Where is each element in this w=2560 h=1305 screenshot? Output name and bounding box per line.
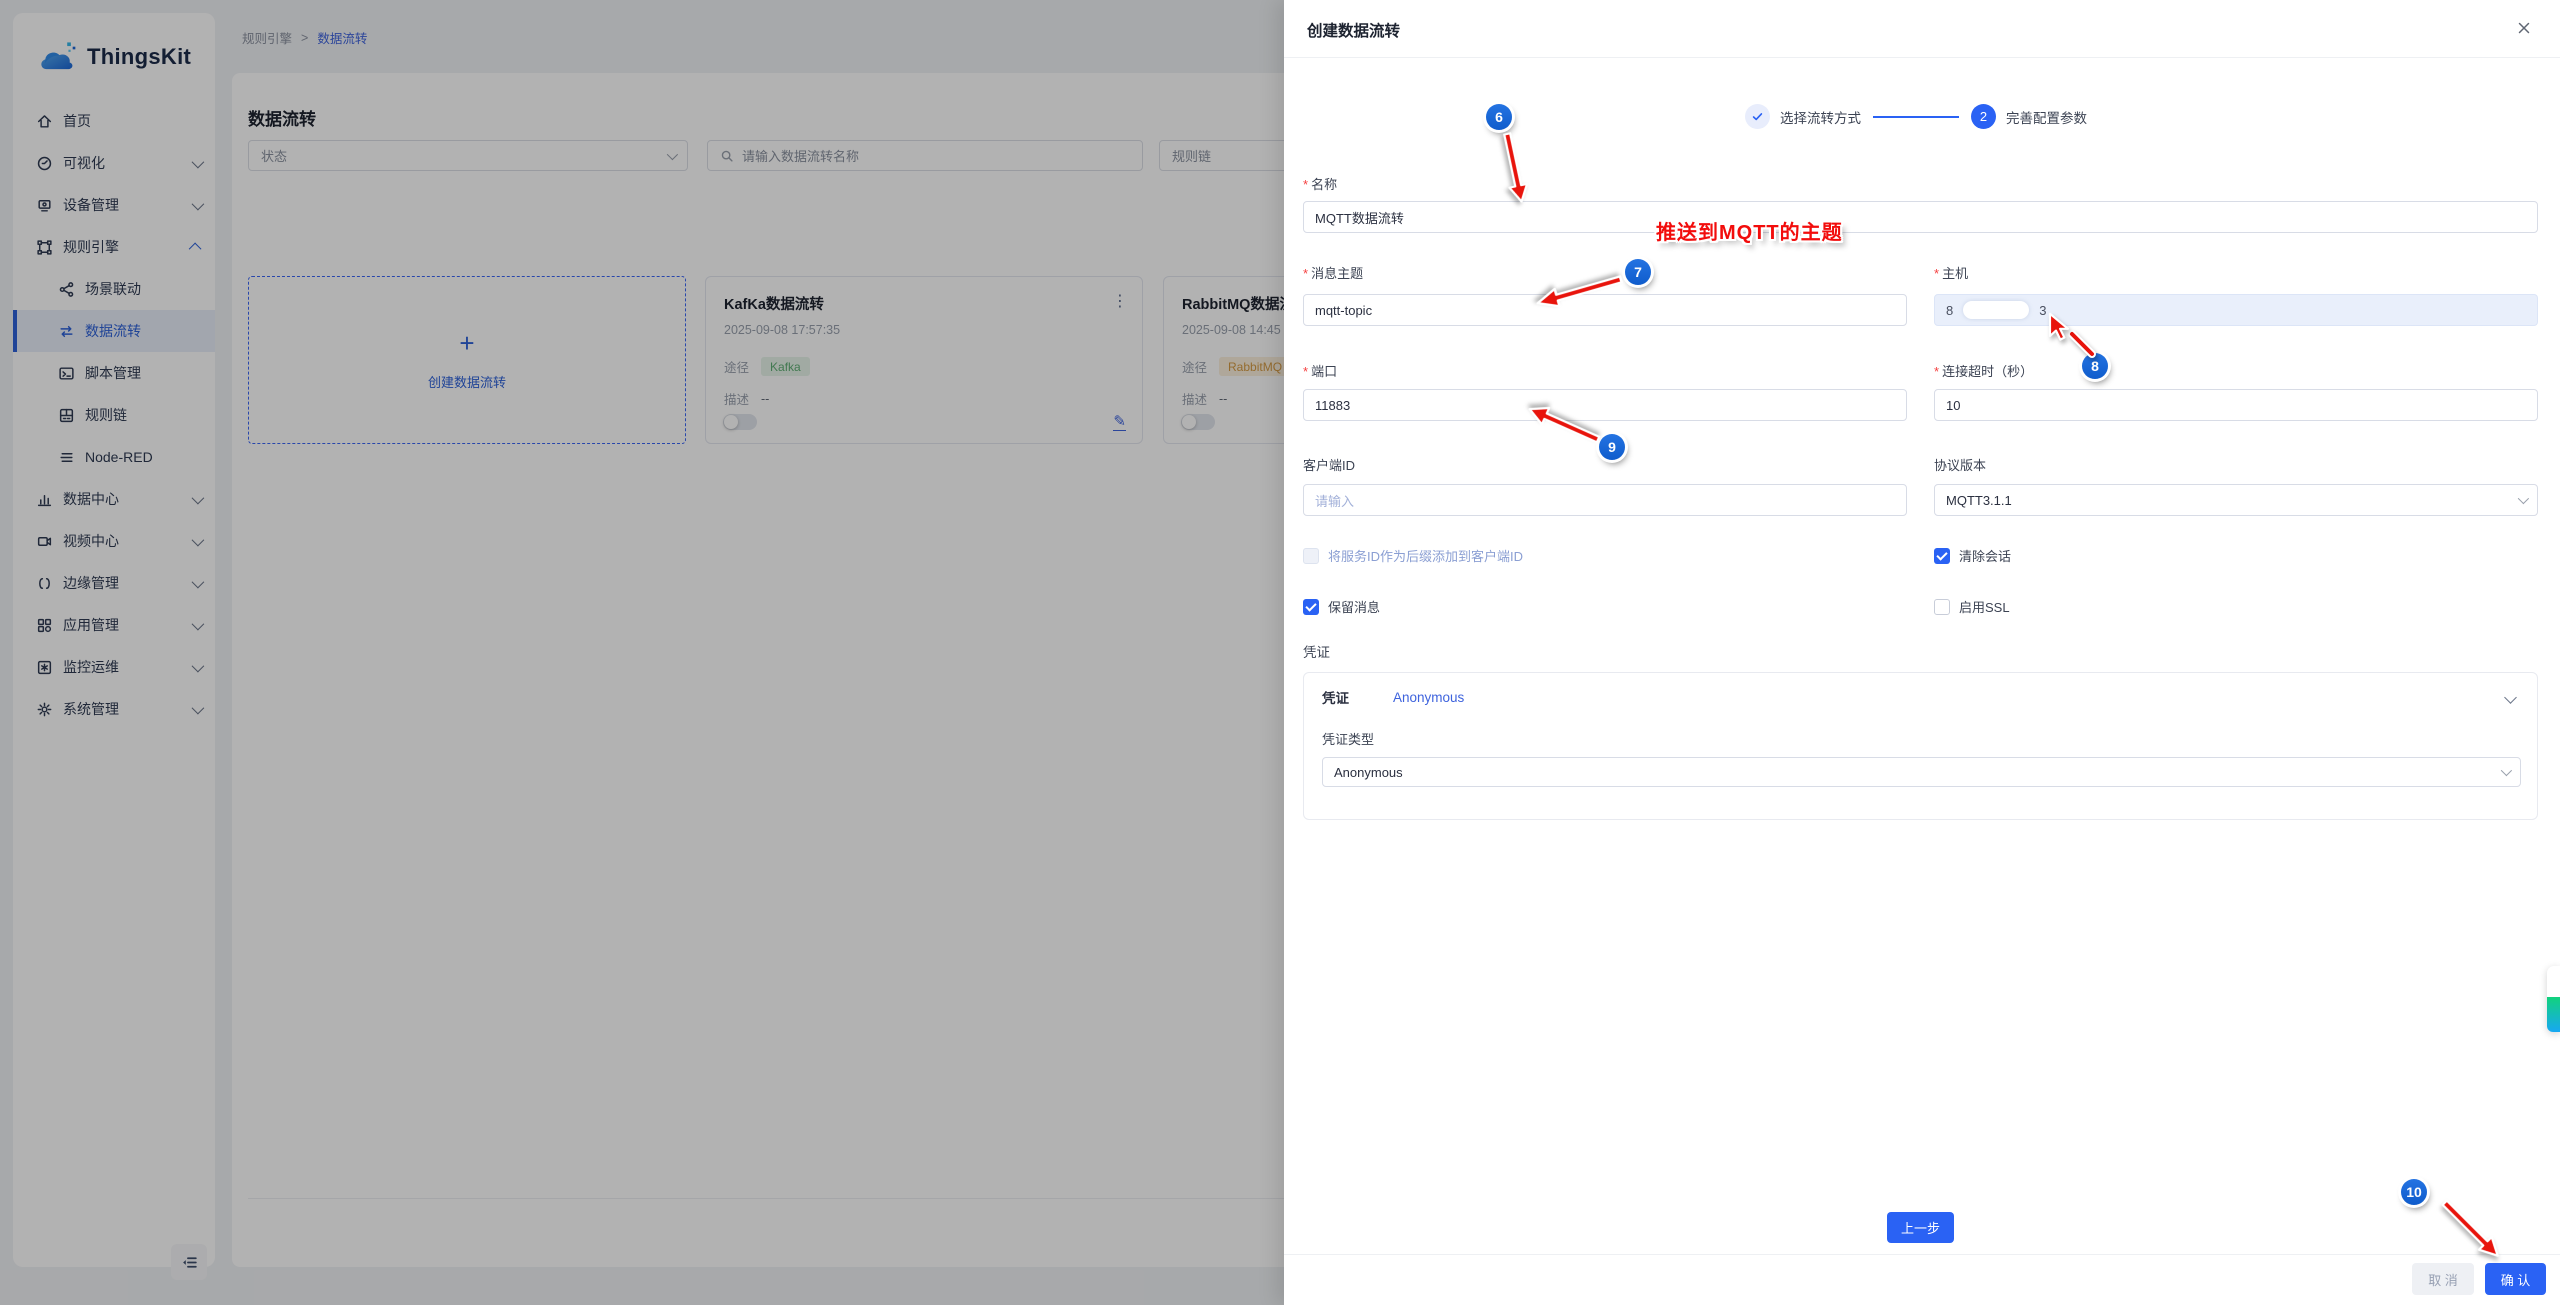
annotation-badge-6: 6: [1486, 104, 1512, 130]
annotation-arrow-6: [1496, 131, 1532, 206]
checkbox-label: 启用SSL: [1959, 597, 2010, 616]
protocol-value: MQTT3.1.1: [1946, 493, 2012, 508]
checkbox-checked-icon: [1303, 599, 1319, 615]
host-input[interactable]: 8 3: [1934, 294, 2538, 326]
drawer-header: 创建数据流转: [1284, 0, 2560, 58]
create-data-flow-drawer: 创建数据流转 选择流转方式 2 完善配置参数 名称 MQTT数据流转 消息主题 …: [1284, 0, 2560, 1305]
drawer-footer: [1284, 1254, 2560, 1305]
previous-step-button[interactable]: 上一步: [1887, 1212, 1954, 1243]
close-icon[interactable]: [2516, 20, 2532, 36]
checkbox-unchecked-icon: [1934, 599, 1950, 615]
annotation-badge-9: 9: [1599, 434, 1625, 460]
checkbox-label: 清除会话: [1959, 546, 2011, 565]
retain-message-checkbox[interactable]: 保留消息: [1303, 597, 1380, 616]
checkbox-label: 保留消息: [1328, 597, 1380, 616]
annotation-badge-7: 7: [1625, 259, 1651, 285]
port-label: 端口: [1303, 361, 1337, 380]
port-input[interactable]: 11883: [1303, 389, 1907, 421]
chevron-down-icon: [2518, 493, 2529, 504]
service-id-suffix-checkbox[interactable]: 将服务ID作为后缀添加到客户端ID: [1303, 546, 1523, 565]
drawer-title: 创建数据流转: [1307, 19, 1400, 41]
name-input[interactable]: MQTT数据流转: [1303, 201, 2538, 233]
protocol-label: 协议版本: [1934, 455, 1986, 474]
client-id-label: 客户端ID: [1303, 455, 1355, 474]
topic-value: mqtt-topic: [1315, 303, 1372, 318]
timeout-label: 连接超时（秒）: [1934, 361, 2033, 380]
checkbox-label: 将服务ID作为后缀添加到客户端ID: [1328, 546, 1523, 565]
name-value: MQTT数据流转: [1315, 208, 1404, 227]
checkbox-checked-icon: [1934, 548, 1950, 564]
host-label: 主机: [1934, 263, 1968, 282]
edge-widget-gradient: [2547, 997, 2560, 1032]
step1-done-circle: [1745, 104, 1770, 129]
redaction-box: [1963, 301, 2029, 319]
app-root: ThingsKit 首页 可视化 设备管理 规则引擎 场景联动 数据流转 脚本管…: [0, 0, 2560, 1305]
cancel-button[interactable]: 取 消: [2412, 1263, 2474, 1295]
credentials-panel: 凭证 Anonymous 凭证类型 Anonymous: [1303, 672, 2538, 820]
protocol-select[interactable]: MQTT3.1.1: [1934, 484, 2538, 516]
credentials-value: Anonymous: [1393, 690, 1464, 705]
name-label: 名称: [1303, 174, 1337, 193]
modal-overlay[interactable]: [0, 0, 1284, 1305]
mouse-cursor-annotation: [2046, 312, 2072, 342]
timeout-input[interactable]: 10: [1934, 389, 2538, 421]
credentials-label: 凭证: [1322, 687, 1349, 707]
confirm-button[interactable]: 确 认: [2485, 1263, 2546, 1295]
step1-label: 选择流转方式: [1780, 107, 1861, 127]
edge-floating-widget[interactable]: [2547, 966, 2560, 1032]
clean-session-checkbox[interactable]: 清除会话: [1934, 546, 2011, 565]
credentials-type-label: 凭证类型: [1322, 729, 1374, 748]
timeout-value: 10: [1946, 398, 1960, 413]
host-value-prefix: 8: [1946, 303, 1953, 318]
topic-label: 消息主题: [1303, 263, 1363, 282]
client-id-input[interactable]: 请输入: [1303, 484, 1907, 516]
check-icon: [1751, 110, 1764, 123]
step2-label: 完善配置参数: [2006, 107, 2087, 127]
credentials-collapse-header[interactable]: 凭证 Anonymous: [1322, 687, 1464, 707]
credentials-section-label: 凭证: [1303, 641, 1330, 661]
checkbox-unchecked-icon: [1303, 548, 1319, 564]
step2-number-circle: 2: [1971, 104, 1996, 129]
topic-input[interactable]: mqtt-topic: [1303, 294, 1907, 326]
annotation-note: 推送到MQTT的主题: [1656, 216, 1843, 245]
enable-ssl-checkbox[interactable]: 启用SSL: [1934, 597, 2010, 616]
credentials-type-select[interactable]: Anonymous: [1322, 757, 2521, 787]
stepper: 选择流转方式 2 完善配置参数: [1284, 104, 2560, 129]
chevron-down-icon: [2501, 765, 2512, 776]
client-id-placeholder: 请输入: [1315, 491, 1354, 510]
chevron-down-icon[interactable]: [2504, 691, 2517, 704]
annotation-badge-10: 10: [2401, 1179, 2427, 1205]
port-value: 11883: [1315, 398, 1350, 413]
stepper-connector: [1873, 116, 1959, 118]
credentials-type-value: Anonymous: [1334, 765, 1403, 780]
